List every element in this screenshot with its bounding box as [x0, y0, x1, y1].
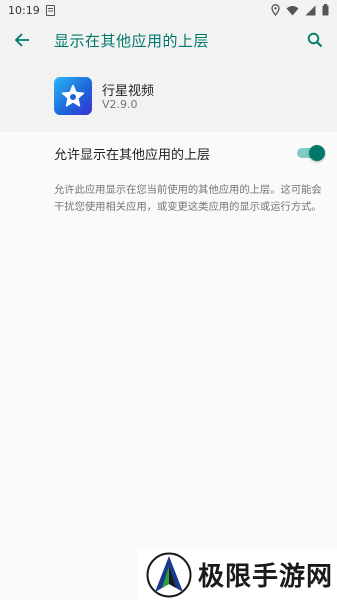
- watermark-logo-icon: [146, 552, 192, 597]
- app-bar: 显示在其他应用的上层: [0, 20, 337, 60]
- allow-overlay-preference[interactable]: 允许显示在其他应用的上层: [0, 133, 337, 173]
- search-button[interactable]: [293, 20, 337, 60]
- arrow-back-icon: [14, 33, 29, 47]
- battery-icon: [322, 4, 329, 16]
- back-button[interactable]: [0, 20, 44, 60]
- preference-summary: 允许此应用显示在您当前使用的其他应用的上层。这可能会干扰您使用相关应用，或变更这…: [54, 184, 322, 213]
- notification-icon: [45, 4, 55, 16]
- status-time: 10:19: [8, 3, 40, 17]
- app-header: 行星视频 V2.9.0: [0, 60, 337, 132]
- toggle-thumb: [309, 145, 325, 161]
- watermark-text: 极限手游网: [198, 562, 334, 592]
- watermark: 极限手游网: [137, 549, 337, 600]
- wifi-icon: [286, 5, 299, 15]
- star-app-icon: [54, 77, 92, 115]
- status-icons: [271, 4, 329, 16]
- status-bar: 10:19: [0, 0, 337, 20]
- search-icon: [307, 32, 323, 48]
- app-name: 行星视频: [102, 84, 155, 99]
- signal-icon: [305, 5, 316, 15]
- app-version: V2.9.0: [102, 98, 138, 111]
- location-icon: [271, 4, 280, 16]
- preference-label: 允许显示在其他应用的上层: [54, 147, 211, 163]
- allow-overlay-toggle[interactable]: [297, 145, 325, 161]
- page-title: 显示在其他应用的上层: [54, 31, 210, 50]
